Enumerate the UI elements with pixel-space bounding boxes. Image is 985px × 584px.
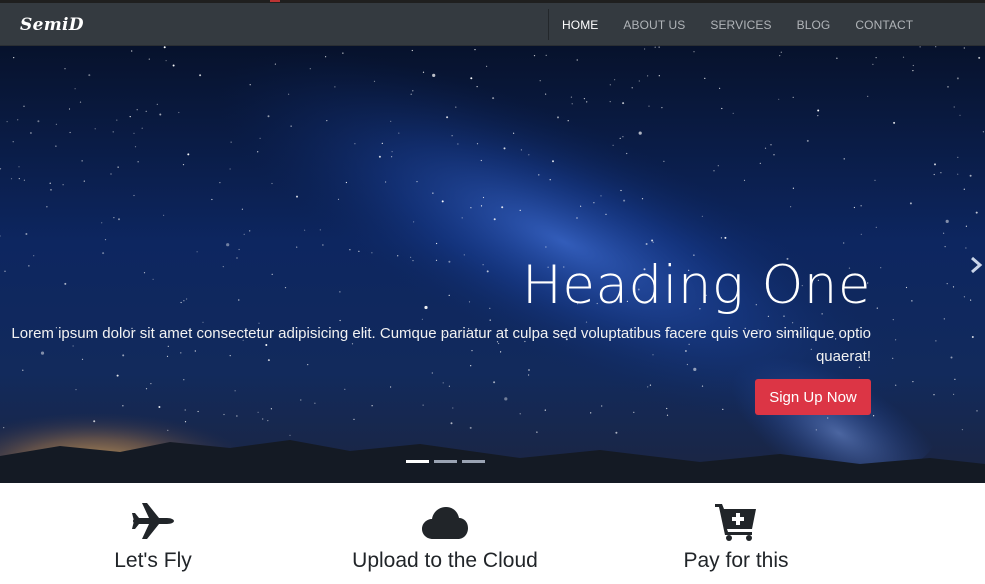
cloud-icon <box>422 507 468 539</box>
carousel-indicator[interactable] <box>434 460 457 463</box>
carousel-indicators <box>406 460 490 463</box>
nav-services[interactable]: SERVICES <box>710 18 771 32</box>
features-section: Let's Fly Upload to the Cloud Pay for th… <box>0 483 985 584</box>
feature-cloud: Upload to the Cloud <box>345 483 545 573</box>
plane-icon <box>132 503 174 539</box>
carousel-indicator[interactable] <box>462 460 485 463</box>
navbar: SemiD HOME ABOUT US SERVICES BLOG CONTAC… <box>0 3 985 46</box>
nav-about[interactable]: ABOUT US <box>623 18 685 32</box>
top-strip-mark <box>270 0 280 2</box>
feature-pay: Pay for this <box>676 483 796 573</box>
nav-contact[interactable]: CONTACT <box>855 18 913 32</box>
hero-heading: Heading One <box>522 255 871 316</box>
hero-carousel: Heading One Lorem ipsum dolor sit amet c… <box>0 46 985 483</box>
cart-plus-icon <box>715 504 756 541</box>
nav-divider <box>548 9 549 40</box>
nav-menu: HOME ABOUT US SERVICES BLOG CONTACT <box>562 3 938 46</box>
nav-blog[interactable]: BLOG <box>797 18 831 32</box>
nav-home[interactable]: HOME <box>562 18 598 32</box>
feature-label: Let's Fly <box>114 549 192 572</box>
carousel-indicator[interactable] <box>406 460 429 463</box>
carousel-caption: Heading One Lorem ipsum dolor sit amet c… <box>11 254 871 368</box>
feature-fly: Let's Fly <box>113 483 193 573</box>
hero-text: Lorem ipsum dolor sit amet consectetur a… <box>11 325 871 365</box>
brand-logo[interactable]: SemiD <box>20 15 84 35</box>
feature-label: Pay for this <box>683 549 789 572</box>
sign-up-button[interactable]: Sign Up Now <box>755 379 871 415</box>
feature-label: Upload to the Cloud <box>352 549 538 572</box>
